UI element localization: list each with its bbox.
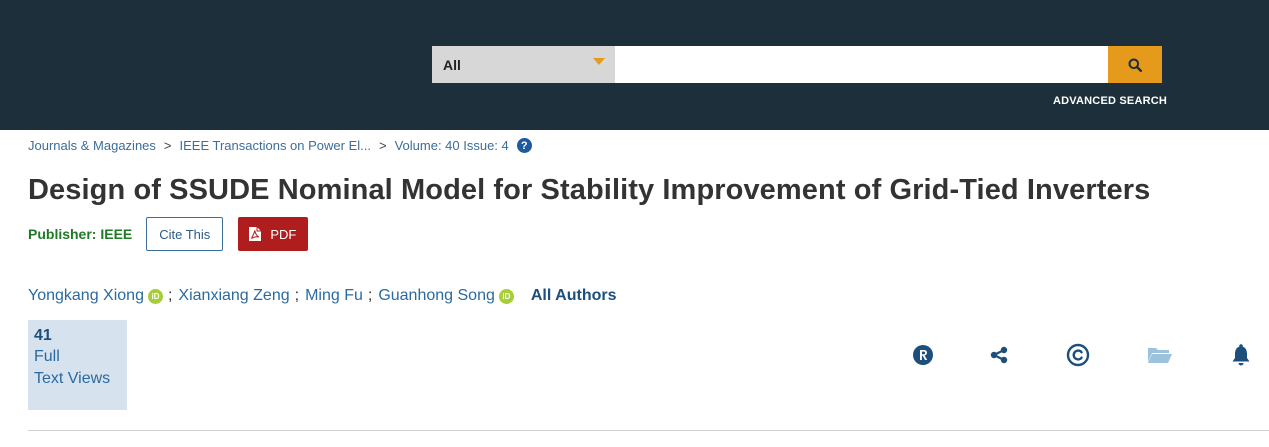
metric-label-line1: Full [34,348,60,365]
share-icon [990,346,1008,364]
rights-icon [913,345,933,365]
alert-button[interactable] [1229,343,1253,367]
publisher-row: Publisher: IEEE Cite This PDF [28,217,309,251]
search-bar: All [432,46,1162,83]
author-link[interactable]: Ming Fu [305,287,363,305]
search-scope-dropdown[interactable]: All [432,46,615,83]
author-separator: ; [294,287,300,304]
breadcrumb-publication[interactable]: IEEE Transactions on Power El... [180,138,371,153]
copyright-icon [1066,343,1090,367]
breadcrumb-separator: > [378,138,387,153]
search-button[interactable] [1108,46,1162,83]
breadcrumb-journals[interactable]: Journals & Magazines [28,138,156,153]
alert-bell-icon [1232,344,1250,366]
all-authors-link[interactable]: All Authors [531,287,617,305]
full-text-views-metric[interactable]: 41 Full Text Views [28,320,127,410]
rights-button[interactable] [911,343,935,367]
share-button[interactable] [987,343,1011,367]
breadcrumb-issue[interactable]: Volume: 40 Issue: 4 [395,138,509,153]
breadcrumb-separator: > [163,138,172,153]
author-link[interactable]: Yongkang Xiong [28,287,144,305]
section-divider [28,430,1269,431]
metric-label-line2: Text Views [34,370,111,387]
advanced-search-link[interactable]: ADVANCED SEARCH [1053,95,1167,107]
metric-count: 41 [34,327,52,344]
author-link[interactable]: Xianxiang Zeng [178,287,289,305]
author-link[interactable]: Guanhong Song [378,287,495,305]
breadcrumb: Journals & Magazines > IEEE Transactions… [28,138,532,153]
orcid-icon[interactable]: iD [498,288,514,304]
author-separator: ; [367,287,373,304]
folder-icon [1148,348,1172,363]
save-to-folder-button[interactable] [1146,343,1174,367]
search-input[interactable] [615,46,1108,83]
page-title: Design of SSUDE Nominal Model for Stabil… [28,174,1151,206]
caret-down-icon [593,58,605,65]
top-navigation-bar: All ADVANCED SEARCH [0,0,1269,130]
pdf-button-label: PDF [270,226,297,242]
pdf-file-icon [249,227,262,241]
pdf-button[interactable]: PDF [238,217,309,251]
search-icon [1128,58,1142,72]
help-icon[interactable]: ? [516,138,532,153]
cite-this-button[interactable]: Cite This [146,217,224,251]
search-scope-label: All [443,56,461,73]
orcid-icon[interactable]: iD [147,288,163,304]
authors-list: Yongkang Xiong iD ; Xianxiang Zeng ; Min… [28,287,616,305]
copyright-button[interactable] [1066,343,1090,367]
publisher-label: Publisher: IEEE [28,226,133,242]
author-separator: ; [167,287,173,304]
